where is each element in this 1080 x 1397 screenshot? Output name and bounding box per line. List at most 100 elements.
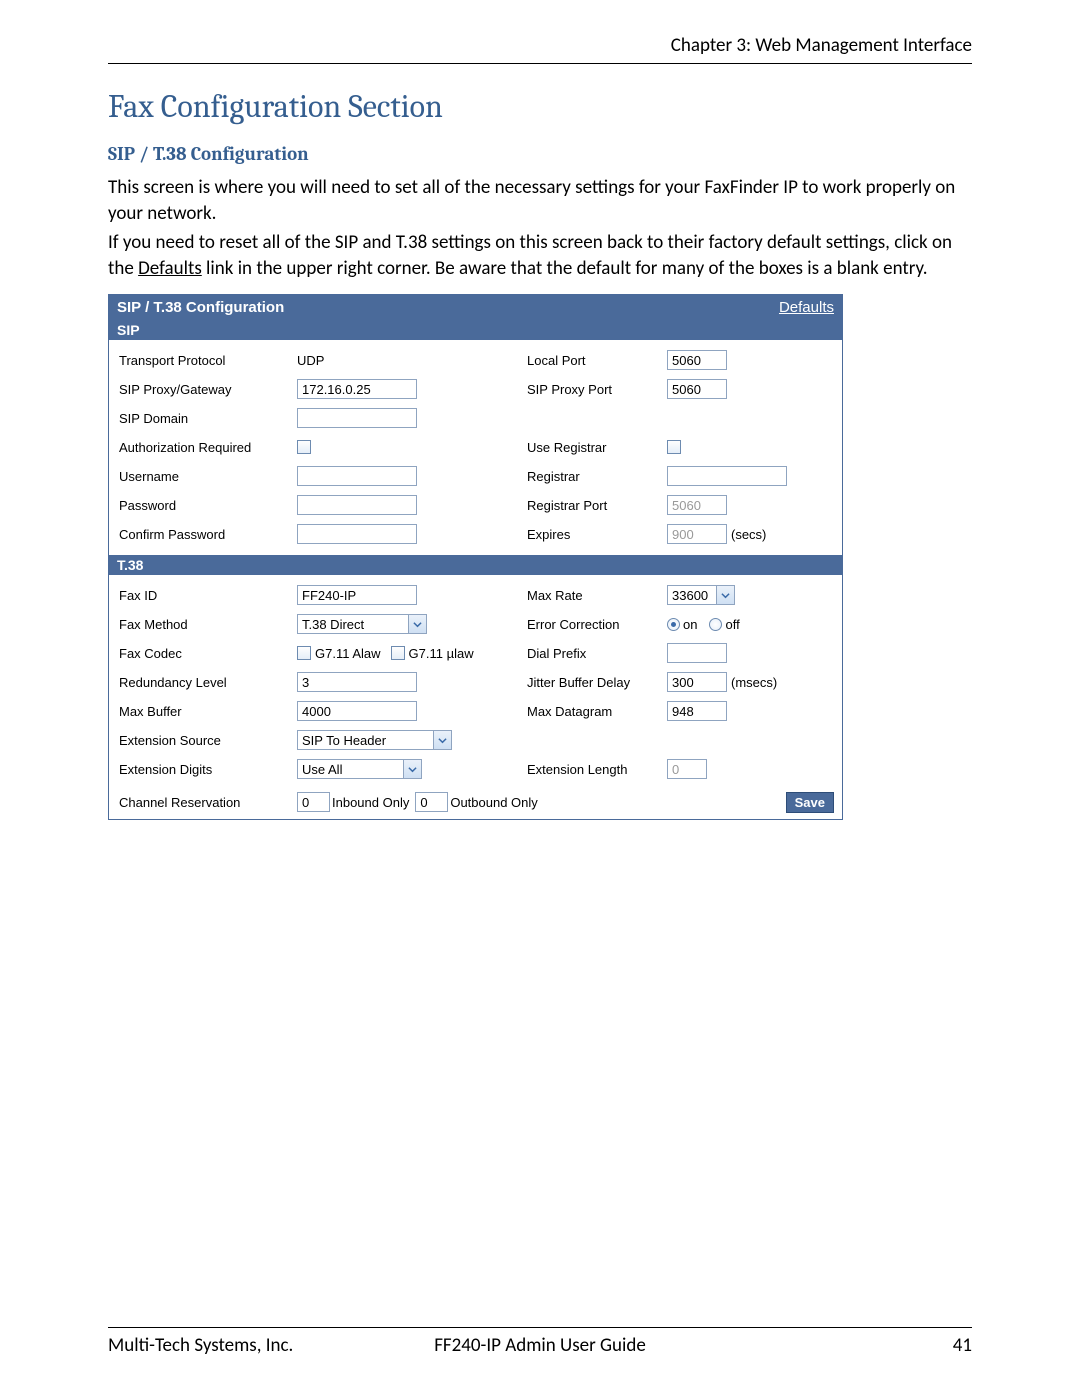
confirm-password-input[interactable] bbox=[297, 524, 417, 544]
fax-method-value: T.38 Direct bbox=[298, 617, 408, 632]
label-ext-source: Extension Source bbox=[119, 733, 297, 748]
t38-section-bar: T.38 bbox=[109, 555, 842, 575]
jitter-unit: (msecs) bbox=[731, 675, 777, 690]
defaults-link[interactable]: Defaults bbox=[779, 299, 834, 316]
label-sip-proxy-port: SIP Proxy Port bbox=[527, 382, 667, 397]
error-correction-off[interactable]: off bbox=[709, 617, 739, 632]
sip-domain-input[interactable] bbox=[297, 408, 417, 428]
row-fax-id: Fax ID Max Rate 33600 bbox=[119, 581, 834, 610]
codec-alaw-checkbox[interactable] bbox=[297, 646, 311, 660]
label-max-rate: Max Rate bbox=[527, 588, 667, 603]
ext-digits-value: Use All bbox=[298, 762, 403, 777]
label-registrar: Registrar bbox=[527, 469, 667, 484]
row-redundancy: Redundancy Level Jitter Buffer Delay (ms… bbox=[119, 668, 834, 697]
sip-proxy-input[interactable] bbox=[297, 379, 417, 399]
jitter-input[interactable] bbox=[667, 672, 727, 692]
label-sip-domain: SIP Domain bbox=[119, 411, 297, 426]
codec-ulaw-checkbox[interactable] bbox=[391, 646, 405, 660]
ext-digits-select[interactable]: Use All bbox=[297, 759, 422, 779]
ext-source-select[interactable]: SIP To Header bbox=[297, 730, 452, 750]
label-password: Password bbox=[119, 498, 297, 513]
panel-title-bar: SIP / T.38 Configuration Defaults bbox=[109, 295, 842, 320]
ext-source-value: SIP To Header bbox=[298, 733, 433, 748]
sip-proxy-port-input[interactable] bbox=[667, 379, 727, 399]
fax-method-select[interactable]: T.38 Direct bbox=[297, 614, 427, 634]
username-input[interactable] bbox=[297, 466, 417, 486]
label-max-datagram: Max Datagram bbox=[527, 704, 667, 719]
fax-id-input[interactable] bbox=[297, 585, 417, 605]
inbound-only-input[interactable] bbox=[297, 792, 330, 812]
label-confirm-password: Confirm Password bbox=[119, 527, 297, 542]
label-username: Username bbox=[119, 469, 297, 484]
label-jitter: Jitter Buffer Delay bbox=[527, 675, 667, 690]
label-ext-length: Extension Length bbox=[527, 762, 667, 777]
row-max-buffer: Max Buffer Max Datagram bbox=[119, 697, 834, 726]
subsection-title: SIP / T.38 Configuration bbox=[108, 143, 972, 165]
label-expires: Expires bbox=[527, 527, 667, 542]
registrar-input[interactable] bbox=[667, 466, 787, 486]
panel-title-text: SIP / T.38 Configuration bbox=[117, 299, 284, 316]
ext-length-input[interactable] bbox=[667, 759, 707, 779]
redundancy-input[interactable] bbox=[297, 672, 417, 692]
chevron-down-icon bbox=[716, 586, 734, 604]
label-local-port: Local Port bbox=[527, 353, 667, 368]
row-sip-domain: SIP Domain bbox=[119, 404, 834, 433]
label-error-correction: Error Correction bbox=[527, 617, 667, 632]
row-sip-proxy: SIP Proxy/Gateway SIP Proxy Port bbox=[119, 375, 834, 404]
label-outbound-only: Outbound Only bbox=[450, 795, 537, 810]
label-inbound-only: Inbound Only bbox=[332, 795, 409, 810]
label-dial-prefix: Dial Prefix bbox=[527, 646, 667, 661]
max-buffer-input[interactable] bbox=[297, 701, 417, 721]
outbound-only-input[interactable] bbox=[415, 792, 448, 812]
max-datagram-input[interactable] bbox=[667, 701, 727, 721]
sip-section-body: Transport Protocol UDP Local Port SIP Pr… bbox=[109, 340, 842, 555]
label-use-registrar: Use Registrar bbox=[527, 440, 667, 455]
label-fax-method: Fax Method bbox=[119, 617, 297, 632]
sip-section-bar: SIP bbox=[109, 320, 842, 340]
row-confirm-password: Confirm Password Expires (secs) bbox=[119, 520, 834, 549]
label-sip-proxy: SIP Proxy/Gateway bbox=[119, 382, 297, 397]
label-fax-id: Fax ID bbox=[119, 588, 297, 603]
max-rate-select[interactable]: 33600 bbox=[667, 585, 735, 605]
label-fax-codec: Fax Codec bbox=[119, 646, 297, 661]
label-auth-required: Authorization Required bbox=[119, 440, 297, 455]
row-channel-reservation: Channel Reservation Inbound Only Outboun… bbox=[109, 790, 842, 819]
chevron-down-icon bbox=[408, 615, 426, 633]
row-ext-source: Extension Source SIP To Header bbox=[119, 726, 834, 755]
label-max-buffer: Max Buffer bbox=[119, 704, 297, 719]
label-transport-protocol: Transport Protocol bbox=[119, 353, 297, 368]
defaults-word: Defaults bbox=[138, 257, 202, 280]
use-registrar-checkbox[interactable] bbox=[667, 440, 681, 454]
intro-span-b: link in the upper right corner. Be aware… bbox=[202, 257, 928, 280]
row-auth: Authorization Required Use Registrar bbox=[119, 433, 834, 462]
local-port-input[interactable] bbox=[667, 350, 727, 370]
max-rate-value: 33600 bbox=[668, 588, 716, 603]
page-title: Fax Configuration Section bbox=[108, 88, 972, 125]
save-button[interactable]: Save bbox=[786, 792, 834, 813]
row-fax-codec: Fax Codec G7.11 Alaw G7.11 µlaw Dial Pre… bbox=[119, 639, 834, 668]
label-registrar-port: Registrar Port bbox=[527, 498, 667, 513]
row-fax-method: Fax Method T.38 Direct Error Correction … bbox=[119, 610, 834, 639]
password-input[interactable] bbox=[297, 495, 417, 515]
radio-off-label: off bbox=[725, 617, 739, 632]
footer-page-number: 41 bbox=[684, 1334, 972, 1357]
error-correction-on[interactable]: on bbox=[667, 617, 697, 632]
radio-on-icon bbox=[667, 618, 680, 631]
expires-input[interactable] bbox=[667, 524, 727, 544]
registrar-port-input[interactable] bbox=[667, 495, 727, 515]
row-username: Username Registrar bbox=[119, 462, 834, 491]
intro-paragraph-2: If you need to reset all of the SIP and … bbox=[108, 230, 972, 281]
row-ext-digits: Extension Digits Use All Extension Lengt… bbox=[119, 755, 834, 784]
intro-paragraph-1: This screen is where you will need to se… bbox=[108, 175, 972, 226]
row-transport: Transport Protocol UDP Local Port bbox=[119, 346, 834, 375]
dial-prefix-input[interactable] bbox=[667, 643, 727, 663]
expires-unit: (secs) bbox=[731, 527, 766, 542]
chapter-header: Chapter 3: Web Management Interface bbox=[108, 34, 972, 64]
label-redundancy: Redundancy Level bbox=[119, 675, 297, 690]
label-ext-digits: Extension Digits bbox=[119, 762, 297, 777]
auth-required-checkbox[interactable] bbox=[297, 440, 311, 454]
row-password: Password Registrar Port bbox=[119, 491, 834, 520]
t38-section-body: Fax ID Max Rate 33600 Fax Method T.38 Di… bbox=[109, 575, 842, 790]
codec-alaw-label: G7.11 Alaw bbox=[315, 646, 381, 661]
radio-off-icon bbox=[709, 618, 722, 631]
